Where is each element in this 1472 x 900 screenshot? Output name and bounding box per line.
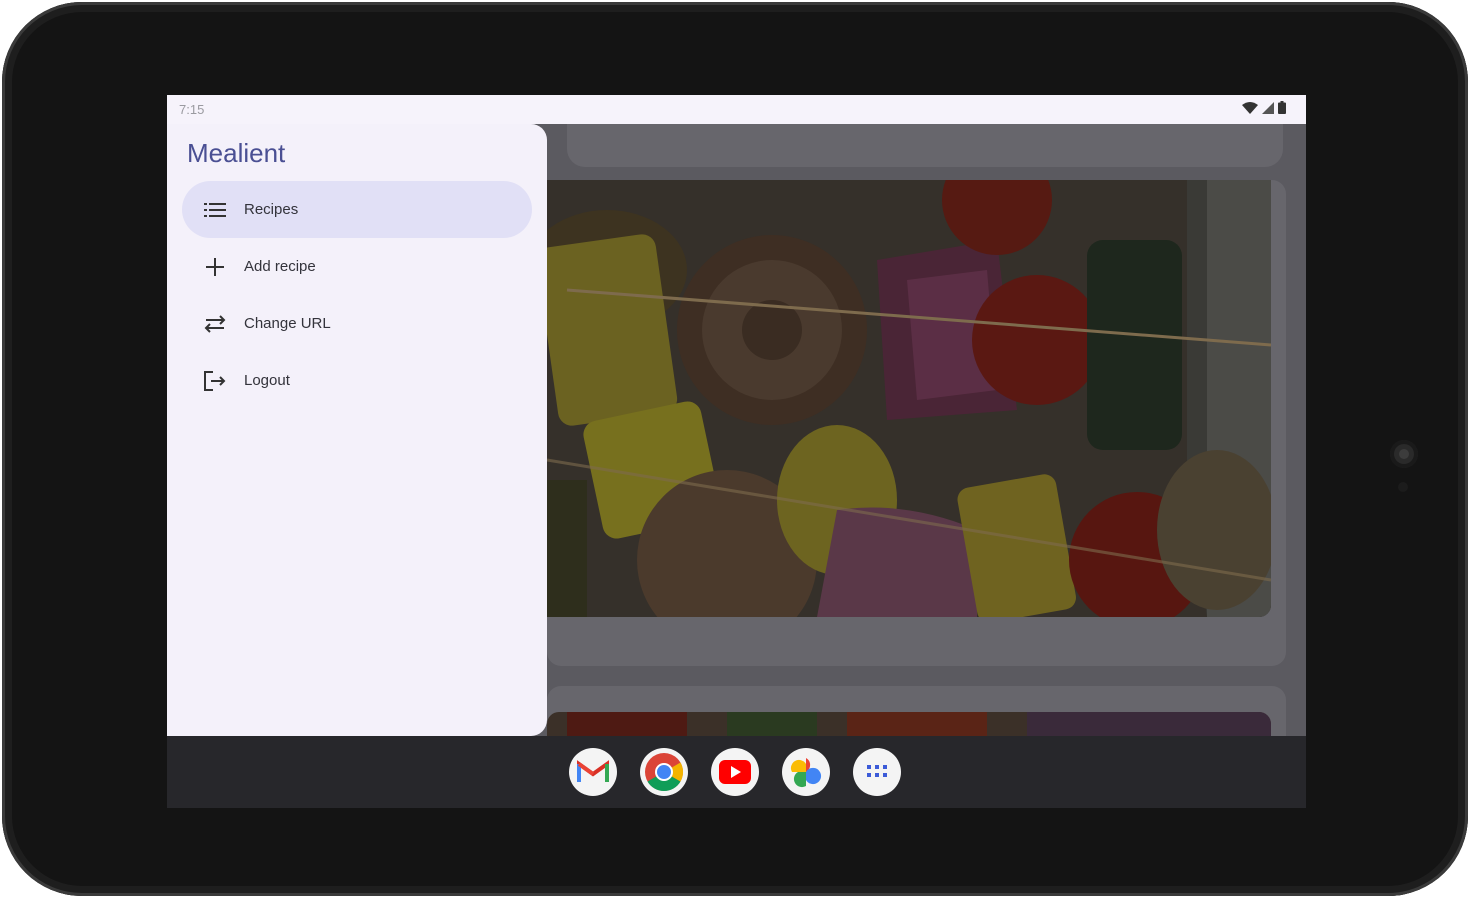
drawer-item-logout[interactable]: Logout bbox=[182, 352, 532, 409]
recipe-image bbox=[547, 180, 1271, 617]
apps-grid-icon[interactable] bbox=[853, 748, 901, 796]
drawer-item-add-recipe[interactable]: Add recipe bbox=[182, 238, 532, 295]
chrome-icon[interactable] bbox=[640, 748, 688, 796]
drawer-item-change-url[interactable]: Change URL bbox=[182, 295, 532, 352]
drawer-item-recipes[interactable]: Recipes bbox=[182, 181, 532, 238]
navigation-drawer: Mealient Recipes Add recipe Change URL L… bbox=[167, 124, 547, 736]
app-dock bbox=[569, 748, 901, 796]
drawer-item-label: Recipes bbox=[244, 201, 299, 218]
status-icons bbox=[1242, 101, 1286, 114]
youtube-icon[interactable] bbox=[711, 748, 759, 796]
list-icon bbox=[202, 197, 228, 223]
battery-icon bbox=[1278, 101, 1286, 114]
swap-icon bbox=[202, 311, 228, 337]
drawer-item-label: Change URL bbox=[244, 315, 331, 332]
recipe-image bbox=[547, 712, 1271, 736]
front-camera bbox=[1390, 440, 1418, 468]
wifi-icon bbox=[1242, 101, 1258, 114]
light-sensor bbox=[1398, 482, 1408, 492]
signal-icon bbox=[1262, 101, 1274, 114]
photos-icon[interactable] bbox=[782, 748, 830, 796]
system-navigation-bar bbox=[167, 736, 1306, 808]
search-bar[interactable] bbox=[567, 124, 1283, 167]
drawer-item-label: Add recipe bbox=[244, 258, 316, 275]
plus-icon bbox=[202, 254, 228, 280]
app-title: Mealient bbox=[187, 138, 286, 168]
device-screen: 7:15 Mealient Recipes Add recipe Change … bbox=[167, 95, 1306, 808]
drawer-item-label: Logout bbox=[244, 372, 290, 389]
logout-icon bbox=[202, 368, 228, 394]
status-time: 7:15 bbox=[179, 102, 205, 117]
status-bar: 7:15 bbox=[167, 95, 1306, 124]
gmail-icon[interactable] bbox=[569, 748, 617, 796]
